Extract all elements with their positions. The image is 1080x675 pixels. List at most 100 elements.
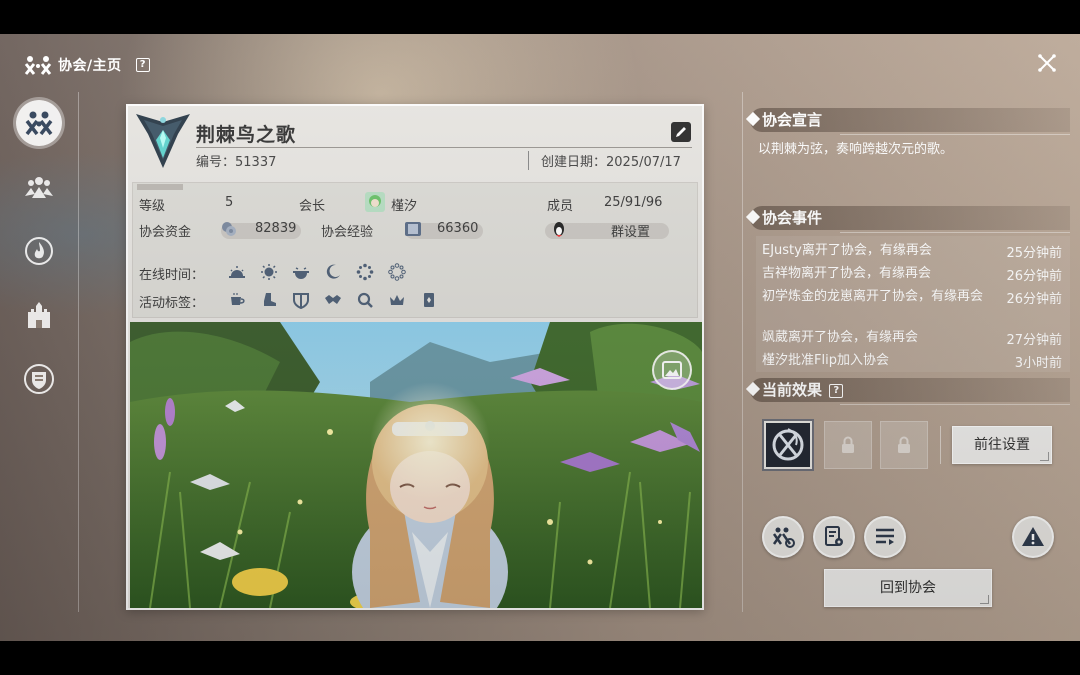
events-title: 协会事件 bbox=[762, 209, 823, 227]
guild-badge-icon bbox=[136, 114, 190, 168]
sidebar-item-shop[interactable] bbox=[16, 356, 62, 402]
created-date-label: 创建日期： bbox=[541, 155, 607, 170]
members-gear-icon bbox=[772, 527, 795, 548]
cup-icon bbox=[231, 293, 245, 305]
event-text: 吉祥物离开了协会，有缘再会 bbox=[762, 266, 932, 281]
effects-header: 当前效果 ? bbox=[745, 378, 1070, 405]
book-icon bbox=[405, 222, 421, 236]
funds-label: 协会资金 bbox=[139, 225, 192, 240]
sun-icon bbox=[261, 264, 277, 280]
event-time: 26分钟前 bbox=[1006, 292, 1062, 307]
created-date: 创建日期：2025/07/17 bbox=[528, 151, 681, 170]
crown-icon bbox=[390, 295, 404, 305]
event-item: EJusty离开了协会，有缘再会 25分钟前 bbox=[762, 242, 1062, 261]
lock-icon bbox=[898, 436, 910, 453]
goto-settings-button[interactable]: 前往设置 bbox=[952, 426, 1052, 464]
guild-settings-button[interactable] bbox=[813, 516, 855, 558]
list-arrow-icon bbox=[876, 528, 894, 545]
event-item: 槿汐批准Flip加入协会 3小时前 bbox=[762, 352, 1062, 371]
dotted-circle-icon bbox=[356, 263, 374, 281]
flame-icon bbox=[25, 237, 53, 265]
document-gear-icon bbox=[825, 526, 843, 546]
guild-log-button[interactable] bbox=[864, 516, 906, 558]
members-value: 25/91/96 bbox=[604, 195, 663, 210]
funds-value: 82839 bbox=[255, 221, 297, 236]
lock-icon bbox=[842, 436, 854, 453]
penguin-icon bbox=[554, 222, 564, 237]
boot-icon bbox=[264, 293, 276, 306]
events-header: 协会事件 bbox=[745, 206, 1070, 233]
help-icon[interactable]: ? bbox=[135, 58, 150, 72]
top-bar: 协会/主页 ? bbox=[24, 54, 150, 76]
guild-cover-image bbox=[130, 322, 702, 608]
events-list[interactable]: EJusty离开了协会，有缘再会 25分钟前 吉祥物离开了协会，有缘再会 26分… bbox=[756, 236, 1070, 372]
leader-label: 会长 bbox=[299, 199, 326, 214]
change-cover-button[interactable] bbox=[652, 350, 692, 390]
sidebar-item-activity[interactable] bbox=[16, 228, 62, 274]
member-manage-button[interactable] bbox=[762, 516, 804, 558]
declaration-header: 协会宣言 bbox=[745, 108, 1070, 135]
coins-icon bbox=[222, 222, 236, 236]
sidebar-item-building[interactable] bbox=[16, 292, 62, 338]
effect-slot-locked[interactable] bbox=[880, 421, 928, 469]
effects-divider bbox=[940, 426, 941, 464]
sunrise-icon bbox=[229, 266, 245, 278]
dotted-circle-outline-icon bbox=[388, 263, 406, 281]
exp-label: 协会经验 bbox=[321, 225, 374, 240]
leader-avatar[interactable] bbox=[365, 192, 385, 212]
members-label: 成员 bbox=[547, 199, 574, 214]
created-date-value: 2025/07/17 bbox=[606, 155, 681, 170]
guild-info-panel: 等级 5 会长 槿汐 成员 25/91/96 协会资金 82839 协会经验 6… bbox=[132, 182, 698, 318]
event-text: 初学炼金的龙崽离开了协会，有缘再会 bbox=[762, 289, 984, 304]
guild-card-header: 荆棘鸟之歌 编号：51337 创建日期：2025/07/17 bbox=[128, 106, 702, 178]
sidebar-item-members[interactable] bbox=[16, 164, 62, 210]
guild-id-value: 51337 bbox=[235, 155, 277, 170]
event-item: 吉祥物离开了协会，有缘再会 26分钟前 bbox=[762, 265, 1062, 284]
guild-emblem-icon bbox=[25, 111, 53, 136]
activity-tags-label: 活动标签： bbox=[139, 296, 205, 311]
moon-icon bbox=[326, 264, 340, 279]
guild-id: 编号：51337 bbox=[196, 151, 276, 170]
event-time: 3小时前 bbox=[1014, 356, 1062, 371]
group-settings-label[interactable]: 群设置 bbox=[611, 221, 650, 240]
sidebar-divider bbox=[78, 92, 79, 612]
edit-guild-button[interactable] bbox=[671, 122, 691, 142]
breadcrumb: 协会/主页 bbox=[58, 58, 122, 74]
tag-shield-icon bbox=[293, 293, 309, 309]
card-icon bbox=[424, 293, 434, 307]
event-time: 27分钟前 bbox=[1006, 333, 1062, 348]
guild-home-screen: 协会/主页 ? 荆棘鸟之歌 编号：51337 创建日期：2025/07/17 等… bbox=[0, 34, 1080, 641]
guild-card: 荆棘鸟之歌 编号：51337 创建日期：2025/07/17 等级 5 会长 槿… bbox=[126, 104, 704, 610]
event-time: 25分钟前 bbox=[1006, 246, 1062, 261]
effects-help-icon[interactable]: ? bbox=[829, 383, 844, 398]
level-value: 5 bbox=[225, 195, 234, 210]
letterbox-bottom bbox=[0, 641, 1080, 675]
letterbox-top bbox=[0, 0, 1080, 34]
guild-name: 荆棘鸟之歌 bbox=[196, 124, 297, 146]
shield-icon bbox=[24, 364, 54, 394]
declaration-rule bbox=[840, 134, 1070, 135]
effects-title: 当前效果 ? bbox=[762, 379, 844, 400]
close-icon[interactable] bbox=[1036, 52, 1058, 74]
members-icon bbox=[25, 177, 53, 198]
exp-value: 66360 bbox=[437, 221, 479, 236]
castle-icon bbox=[28, 302, 50, 328]
right-panel-divider bbox=[742, 92, 743, 612]
events-rule bbox=[840, 232, 1070, 233]
report-button[interactable] bbox=[1012, 516, 1054, 558]
effect-slot-active[interactable] bbox=[764, 421, 812, 469]
effects-rule bbox=[840, 404, 1070, 405]
effect-slot-locked[interactable] bbox=[824, 421, 872, 469]
online-time-label: 在线时间： bbox=[139, 268, 205, 283]
level-label: 等级 bbox=[139, 199, 166, 214]
sunset-icon bbox=[293, 267, 309, 279]
warning-icon bbox=[1022, 527, 1044, 546]
event-text: 飒葳离开了协会，有缘再会 bbox=[762, 330, 919, 345]
sidebar-item-guild-home[interactable] bbox=[16, 100, 62, 146]
leader-name: 槿汐 bbox=[391, 199, 418, 214]
guild-id-label: 编号： bbox=[196, 155, 236, 170]
effect-emblem-icon bbox=[772, 428, 804, 461]
event-text: EJusty离开了协会，有缘再会 bbox=[762, 243, 932, 258]
return-guild-button[interactable]: 回到协会 bbox=[824, 569, 992, 607]
handshake-icon bbox=[325, 295, 341, 304]
